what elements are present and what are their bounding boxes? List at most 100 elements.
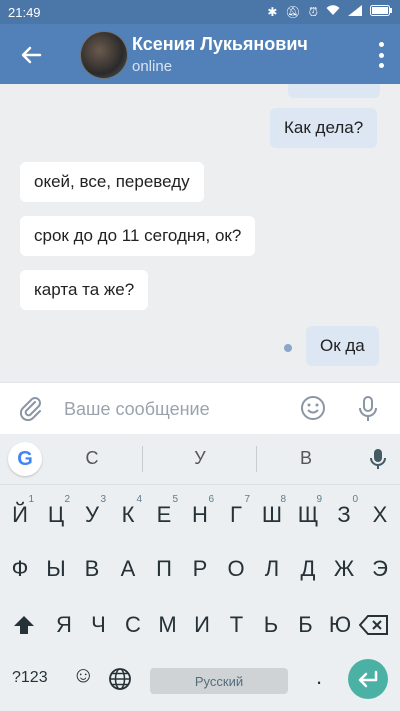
key-в[interactable]: В <box>74 544 110 594</box>
status-bar: 21:49 ✱ 🔕︎ ⏰︎ <box>0 0 400 24</box>
period-key[interactable]: . <box>316 664 322 690</box>
suggestion[interactable]: В <box>286 448 326 469</box>
key-label: К <box>121 502 135 527</box>
mute-icon: 🔕︎ <box>285 5 301 19</box>
message-text: срок до до 11 сегодня, ок? <box>34 226 242 245</box>
key-label: Э <box>372 556 388 581</box>
key-м[interactable]: М <box>150 600 186 650</box>
contact-name[interactable]: Ксения Лукьянович <box>132 34 308 55</box>
key-label: В <box>84 556 100 581</box>
key-row-4: ?123 ☺︎ Русский . <box>0 654 400 704</box>
suggestion[interactable]: С <box>72 448 112 469</box>
key-д[interactable]: Д <box>290 544 326 594</box>
backspace-key-icon[interactable] <box>356 600 392 650</box>
symbols-key[interactable]: ?123 <box>12 669 48 687</box>
key-з[interactable]: З0 <box>326 490 362 540</box>
key-ы[interactable]: Ы <box>38 544 74 594</box>
key-ь[interactable]: Ь <box>253 600 289 650</box>
key-п[interactable]: П <box>146 544 182 594</box>
bluetooth-icon: ✱ <box>267 5 278 19</box>
key-с[interactable]: С <box>115 600 151 650</box>
google-icon[interactable]: G <box>8 442 42 476</box>
status-time: 21:49 <box>8 4 41 20</box>
key-ж[interactable]: Ж <box>326 544 362 594</box>
key-щ[interactable]: Щ9 <box>290 490 326 540</box>
emoji-icon[interactable] <box>300 395 326 426</box>
key-hint: 6 <box>208 494 214 505</box>
key-label: Щ <box>297 502 319 527</box>
key-е[interactable]: Е5 <box>146 490 182 540</box>
key-label: Г <box>230 502 242 527</box>
key-ф[interactable]: Ф <box>2 544 38 594</box>
key-я[interactable]: Я <box>46 600 82 650</box>
key-label: З <box>337 502 351 527</box>
key-к[interactable]: К4 <box>110 490 146 540</box>
key-label: Ц <box>47 502 65 527</box>
key-у[interactable]: У3 <box>74 490 110 540</box>
key-н[interactable]: Н6 <box>182 490 218 540</box>
key-label: Ю <box>328 612 352 637</box>
key-т[interactable]: Т <box>219 600 255 650</box>
key-label: И <box>194 612 210 637</box>
key-label: Ы <box>46 556 66 581</box>
key-й[interactable]: Й1 <box>2 490 38 540</box>
key-ю[interactable]: Ю <box>322 600 358 650</box>
key-х[interactable]: Х <box>362 490 398 540</box>
key-л[interactable]: Л <box>254 544 290 594</box>
key-label: Т <box>229 612 244 637</box>
shift-key-icon[interactable] <box>6 600 42 650</box>
key-label: Й <box>12 502 28 527</box>
message-bubble-out[interactable]: Ок да <box>306 326 379 366</box>
message-bubble-in[interactable]: срок до до 11 сегодня, ок? <box>20 216 256 256</box>
suggestion[interactable]: У <box>180 448 220 469</box>
key-row-2: ФЫВАПРОЛДЖЭ <box>0 544 400 594</box>
contact-avatar[interactable] <box>80 31 128 79</box>
key-label: М <box>158 612 177 637</box>
microphone-icon[interactable] <box>356 395 380 428</box>
key-row-1: Й1Ц2У3К4Е5Н6Г7Ш8Щ9З0Х <box>0 490 400 540</box>
key-label: О <box>227 556 245 581</box>
message-bubble-out[interactable]: Как дела? <box>270 108 378 148</box>
key-label: Ф <box>11 556 29 581</box>
key-hint: 9 <box>316 494 322 505</box>
signal-icon <box>348 5 362 19</box>
key-э[interactable]: Э <box>362 544 398 594</box>
more-options-icon[interactable] <box>376 42 386 68</box>
key-о[interactable]: О <box>218 544 254 594</box>
space-key[interactable]: Русский <box>150 668 288 694</box>
key-label: Я <box>56 612 72 637</box>
paperclip-icon[interactable] <box>18 395 44 426</box>
key-label: С <box>125 612 141 637</box>
globe-icon[interactable] <box>102 654 138 704</box>
keyboard-microphone-icon[interactable] <box>370 448 386 475</box>
suggestion-strip: G С У В <box>0 434 400 485</box>
key-label: П <box>156 556 172 581</box>
key-ч[interactable]: Ч <box>81 600 117 650</box>
key-ш[interactable]: Ш8 <box>254 490 290 540</box>
enter-key-icon[interactable] <box>348 659 388 699</box>
app-bar: Ксения Лукьянович online <box>0 24 400 84</box>
key-label: Х <box>372 502 388 527</box>
unread-indicator <box>284 344 292 352</box>
message-list[interactable]: Как дела? окей, все, переведу срок до до… <box>0 84 400 382</box>
key-label: У <box>85 502 99 527</box>
key-и[interactable]: И <box>184 600 220 650</box>
message-text: Ок да <box>320 336 365 355</box>
key-ц[interactable]: Ц2 <box>38 490 74 540</box>
key-hint: 4 <box>136 494 142 505</box>
key-р[interactable]: Р <box>182 544 218 594</box>
message-input[interactable] <box>62 393 286 425</box>
message-bubble-in[interactable]: карта та же? <box>20 270 149 310</box>
key-hint: 3 <box>100 494 106 505</box>
key-label: Л <box>264 556 280 581</box>
key-б[interactable]: Б <box>288 600 324 650</box>
key-label: Ш <box>261 502 283 527</box>
alarm-icon: ⏰︎ <box>308 4 318 19</box>
back-arrow-icon[interactable] <box>16 40 46 70</box>
key-а[interactable]: А <box>110 544 146 594</box>
wifi-icon <box>326 5 340 19</box>
emoji-comma-key[interactable]: ☺︎ <box>72 662 94 688</box>
key-label: Ж <box>333 556 355 581</box>
message-bubble-in[interactable]: окей, все, переведу <box>20 162 204 202</box>
key-г[interactable]: Г7 <box>218 490 254 540</box>
